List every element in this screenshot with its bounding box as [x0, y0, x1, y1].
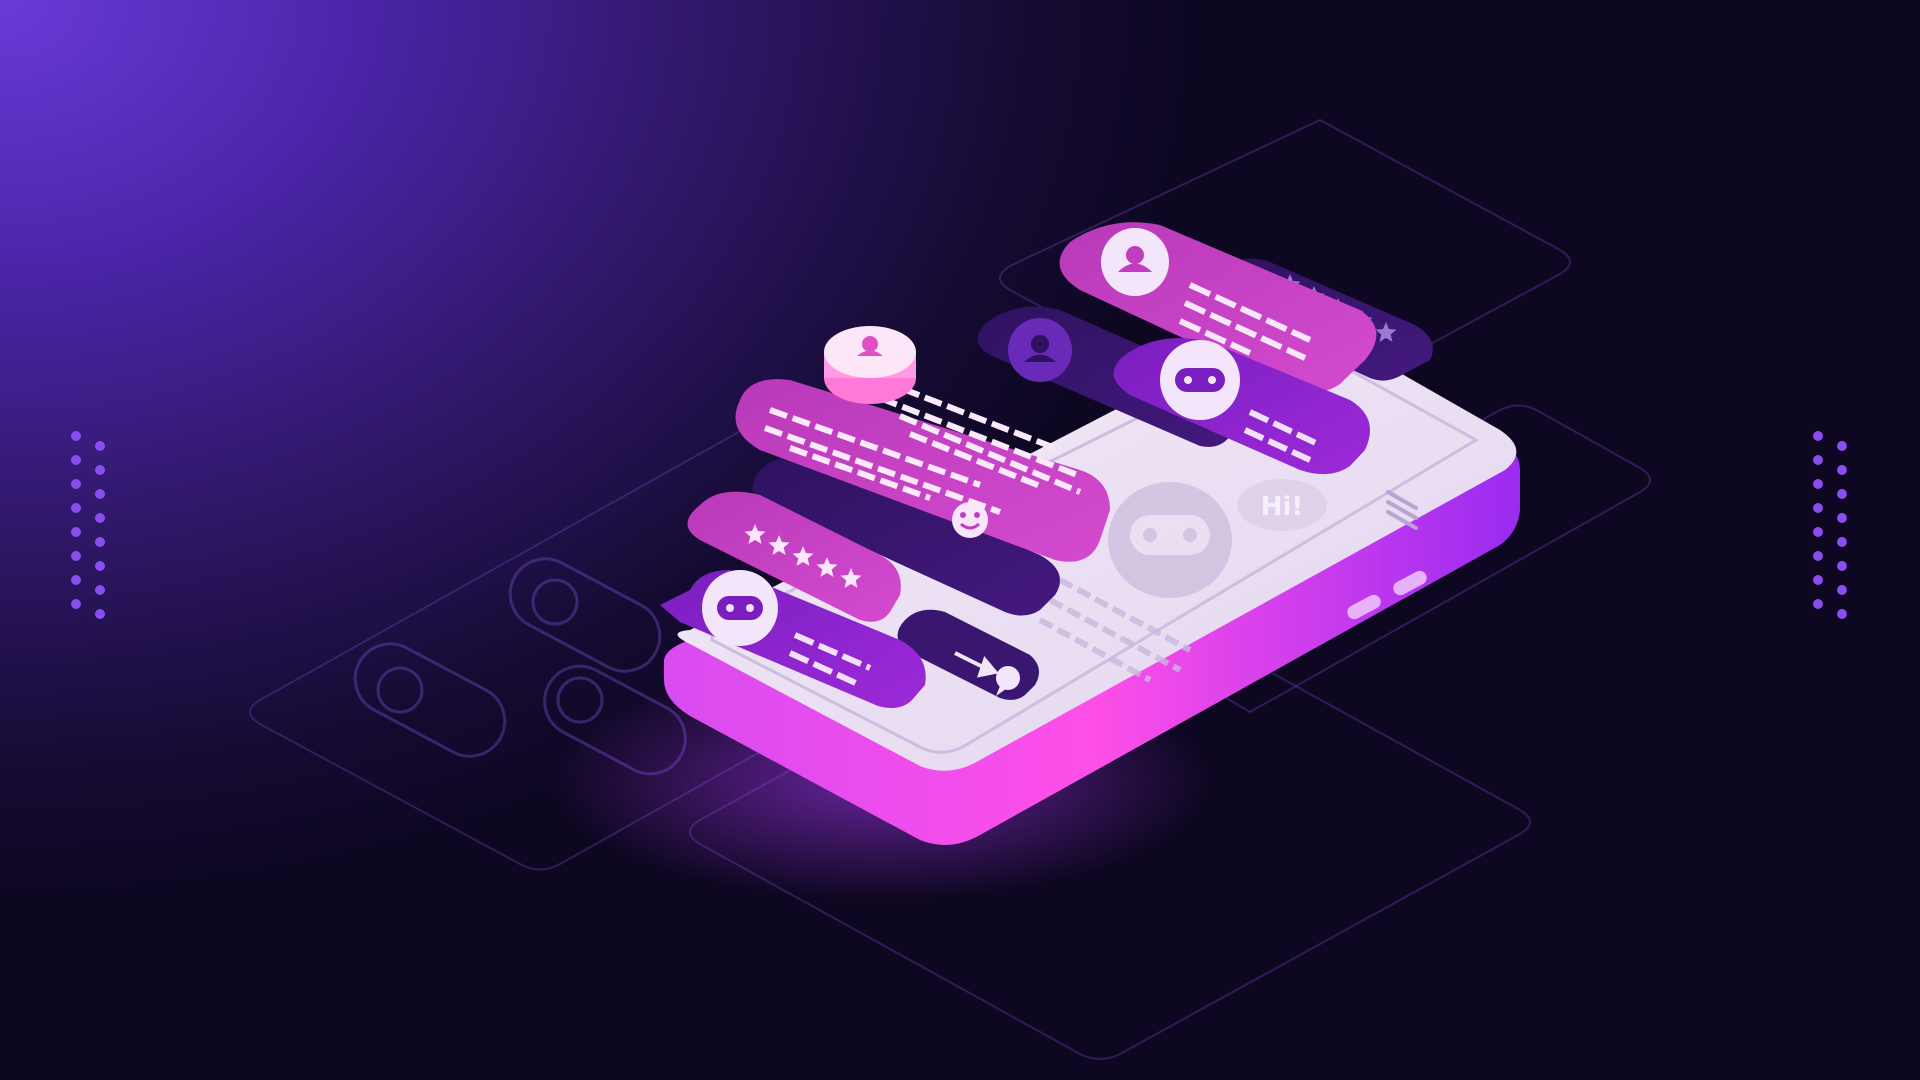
- decorative-dot: [95, 537, 105, 547]
- robot-greeting-text: Hi!: [1261, 492, 1304, 522]
- decorative-dot: [1837, 537, 1847, 547]
- decorative-dot: [1813, 551, 1823, 561]
- decorative-dot: [95, 441, 105, 451]
- decorative-dot: [71, 575, 81, 585]
- decorative-dot: [71, 503, 81, 513]
- decorative-dot: [71, 551, 81, 561]
- decorative-dot: [1813, 527, 1823, 537]
- decorative-dot: [1813, 455, 1823, 465]
- decorative-dots-left: [71, 431, 105, 619]
- decorative-dot: [95, 585, 105, 595]
- decorative-dot: [1813, 599, 1823, 609]
- robot-hi-bubble: Hi!: [1237, 479, 1327, 531]
- user-avatar-icon: [862, 336, 878, 352]
- decorative-dot: [71, 599, 81, 609]
- decorative-dot: [1837, 609, 1847, 619]
- decorative-dot: [71, 455, 81, 465]
- decorative-dot: [1837, 465, 1847, 475]
- smiley-icon: [952, 502, 988, 538]
- decorative-dot: [1813, 479, 1823, 489]
- decorative-dot: [95, 513, 105, 523]
- decorative-dot: [95, 489, 105, 499]
- decorative-dot: [1813, 431, 1823, 441]
- decorative-dot: [95, 465, 105, 475]
- decorative-dot: [95, 609, 105, 619]
- decorative-dot: [71, 431, 81, 441]
- decorative-dot: [1813, 575, 1823, 585]
- decorative-dot: [1837, 489, 1847, 499]
- floating-user-avatar-button[interactable]: [824, 326, 916, 404]
- decorative-dot: [1837, 513, 1847, 523]
- decorative-dot: [1813, 503, 1823, 513]
- decorative-dot: [95, 561, 105, 571]
- decorative-dot: [1837, 561, 1847, 571]
- decorative-dots-right: [1813, 431, 1847, 619]
- screen-robot-icon: [1108, 482, 1232, 598]
- decorative-dot: [1837, 585, 1847, 595]
- decorative-dot: [71, 527, 81, 537]
- decorative-dot: [1837, 441, 1847, 451]
- illustration-scene: Hi!: [0, 0, 1920, 1080]
- chatbot-isometric-illustration: Hi!: [71, 118, 1847, 1060]
- decorative-dot: [71, 479, 81, 489]
